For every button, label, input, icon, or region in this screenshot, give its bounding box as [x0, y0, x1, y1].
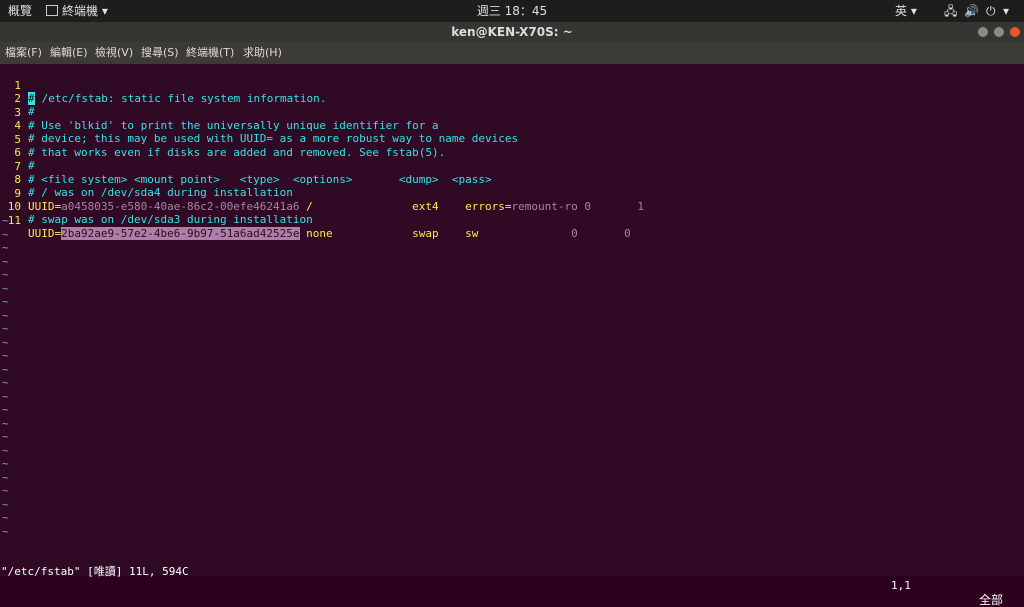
option-value: remount-ro	[511, 200, 578, 213]
tilde-marker: ~	[2, 349, 9, 362]
tilde-marker: ~	[2, 416, 9, 430]
line-text-body: /etc/fstab: static file system informati…	[35, 92, 327, 105]
menu-bar: 檔案(F) 編輯(E) 檢視(V) 搜尋(S) 終端機(T) 求助(H)	[0, 42, 1024, 64]
input-method-label: 英	[895, 4, 908, 18]
uuid-value-selected[interactable]: 2ba92ae9-57e2-4be6-9b97-51a6ad42525e	[61, 227, 300, 240]
line-text: # device; this may be used with UUID= as…	[28, 132, 519, 145]
mount-option: errors	[465, 200, 505, 213]
fs-type: swap	[412, 227, 439, 240]
menu-view[interactable]: 檢視(V)	[95, 42, 133, 64]
tilde-marker: ~	[2, 389, 9, 403]
tilde-marker: ~	[2, 457, 9, 470]
vim-status-line: "/etc/fstab" [唯讀] 11L, 594C 1,1 全部	[0, 551, 1024, 607]
tilde-marker: ~	[2, 470, 9, 484]
tilde-marker: ~	[2, 295, 9, 308]
line-text: # Use 'blkid' to print the universally u…	[28, 119, 439, 132]
cursor-position: 1,1	[891, 579, 911, 592]
uuid-key: UUID=	[28, 200, 62, 213]
tilde-marker: ~	[2, 214, 9, 227]
line-text: #	[28, 105, 35, 118]
text-cursor: #	[28, 92, 35, 105]
system-top-bar: 概覽 終端機 ▾ 週三 18：45 英 ▾ 🖧 🔊 ⏻ ▾	[0, 0, 1024, 22]
tilde-marker: ~	[2, 484, 9, 497]
tilde-marker: ~	[2, 281, 9, 295]
file-line: 6 #	[0, 133, 34, 172]
tilde-marker: ~	[2, 497, 9, 511]
menu-search[interactable]: 搜尋(S)	[141, 42, 179, 64]
tilde-marker: ~	[2, 430, 9, 443]
tilde-marker: ~	[2, 362, 9, 376]
line-text: # that works even if disks are added and…	[28, 146, 446, 159]
tilde-marker: ~	[2, 376, 9, 389]
mount-point: /	[299, 200, 413, 213]
caret-down-icon: ▾	[910, 4, 917, 18]
input-method-indicator[interactable]: 英 ▾	[895, 0, 917, 22]
file-line: 8 # / was on /dev/sda4 during installati…	[0, 160, 293, 199]
power-icon[interactable]: ⏻	[986, 0, 996, 22]
line-text: # /etc/fstab: static file system informa…	[28, 92, 326, 105]
tilde-marker: ~	[2, 322, 9, 335]
tilde-marker: ~	[2, 443, 9, 457]
menu-edit[interactable]: 編輯(E)	[50, 42, 88, 64]
tilde-marker: ~	[2, 241, 9, 254]
tilde-marker: ~	[2, 308, 9, 322]
dump-pass: 0 0	[478, 227, 631, 240]
mount-option: sw	[465, 227, 479, 240]
window-title: ken@KEN-X70S: ~	[451, 25, 573, 39]
menu-terminal[interactable]: 終端機(T)	[186, 42, 234, 64]
minimize-button[interactable]	[978, 27, 988, 37]
line-text: #	[28, 159, 35, 172]
column-gap	[439, 227, 466, 240]
file-line: 7 # <file system> <mount point> <type> <…	[0, 147, 491, 186]
mount-point: none	[299, 227, 413, 240]
terminal-view[interactable]: 1 # /etc/fstab: static file system infor…	[0, 64, 1024, 576]
option-equals: =	[504, 200, 512, 213]
file-line: 2 #	[0, 79, 34, 118]
file-line: 3 # Use 'blkid' to print the universally…	[0, 93, 438, 132]
line-text: # swap was on /dev/sda3 during installat…	[28, 213, 313, 226]
file-line: 10 # swap was on /dev/sda3 during instal…	[0, 187, 313, 226]
tilde-marker: ~	[2, 335, 9, 349]
file-line: 5 # that works even if disks are added a…	[0, 120, 445, 159]
dump-pass: 0 1	[577, 200, 644, 213]
line-text: UUID=2ba92ae9-57e2-4be6-9b97-51a6ad42525…	[28, 227, 631, 240]
tilde-marker: ~	[2, 511, 9, 524]
volume-icon[interactable]: 🔊	[964, 0, 979, 22]
file-info: "/etc/fstab" [唯讀] 11L, 594C	[1, 565, 189, 578]
tilde-marker: ~	[2, 254, 9, 268]
tilde-marker: ~	[2, 403, 9, 416]
menu-help[interactable]: 求助(H)	[243, 42, 282, 64]
network-icon[interactable]: 🖧	[944, 0, 957, 22]
column-gap	[439, 200, 466, 213]
file-line: 9 UUID=a0458035-e580-40ae-86c2-00efe4624…	[0, 174, 644, 213]
scroll-indicator: 全部	[979, 593, 1004, 607]
line-text: # / was on /dev/sda4 during installation	[28, 186, 293, 199]
menu-file[interactable]: 檔案(F)	[5, 42, 42, 64]
clock[interactable]: 週三 18：45	[0, 0, 1024, 22]
caret-down-icon[interactable]: ▾	[1003, 0, 1009, 22]
uuid-key: UUID=	[28, 227, 62, 240]
uuid-value: a0458035-e580-40ae-86c2-00efe46241a6	[61, 200, 300, 213]
tilde-marker: ~	[2, 227, 9, 241]
fs-type: ext4	[412, 200, 439, 213]
close-button[interactable]	[1010, 27, 1020, 37]
file-line: 1 # /etc/fstab: static file system infor…	[0, 66, 326, 105]
line-text: # <file system> <mount point> <type> <op…	[28, 173, 492, 186]
maximize-button[interactable]	[994, 27, 1004, 37]
file-line: 4 # device; this may be used with UUID= …	[0, 106, 518, 145]
file-line: 11 UUID=2ba92ae9-57e2-4be6-9b97-51a6ad42…	[0, 201, 631, 240]
tilde-marker: ~	[2, 268, 9, 281]
window-titlebar[interactable]: ken@KEN-X70S: ~	[0, 22, 1024, 42]
tilde-marker: ~	[2, 524, 9, 538]
line-text: UUID=a0458035-e580-40ae-86c2-00efe46241a…	[28, 200, 644, 213]
